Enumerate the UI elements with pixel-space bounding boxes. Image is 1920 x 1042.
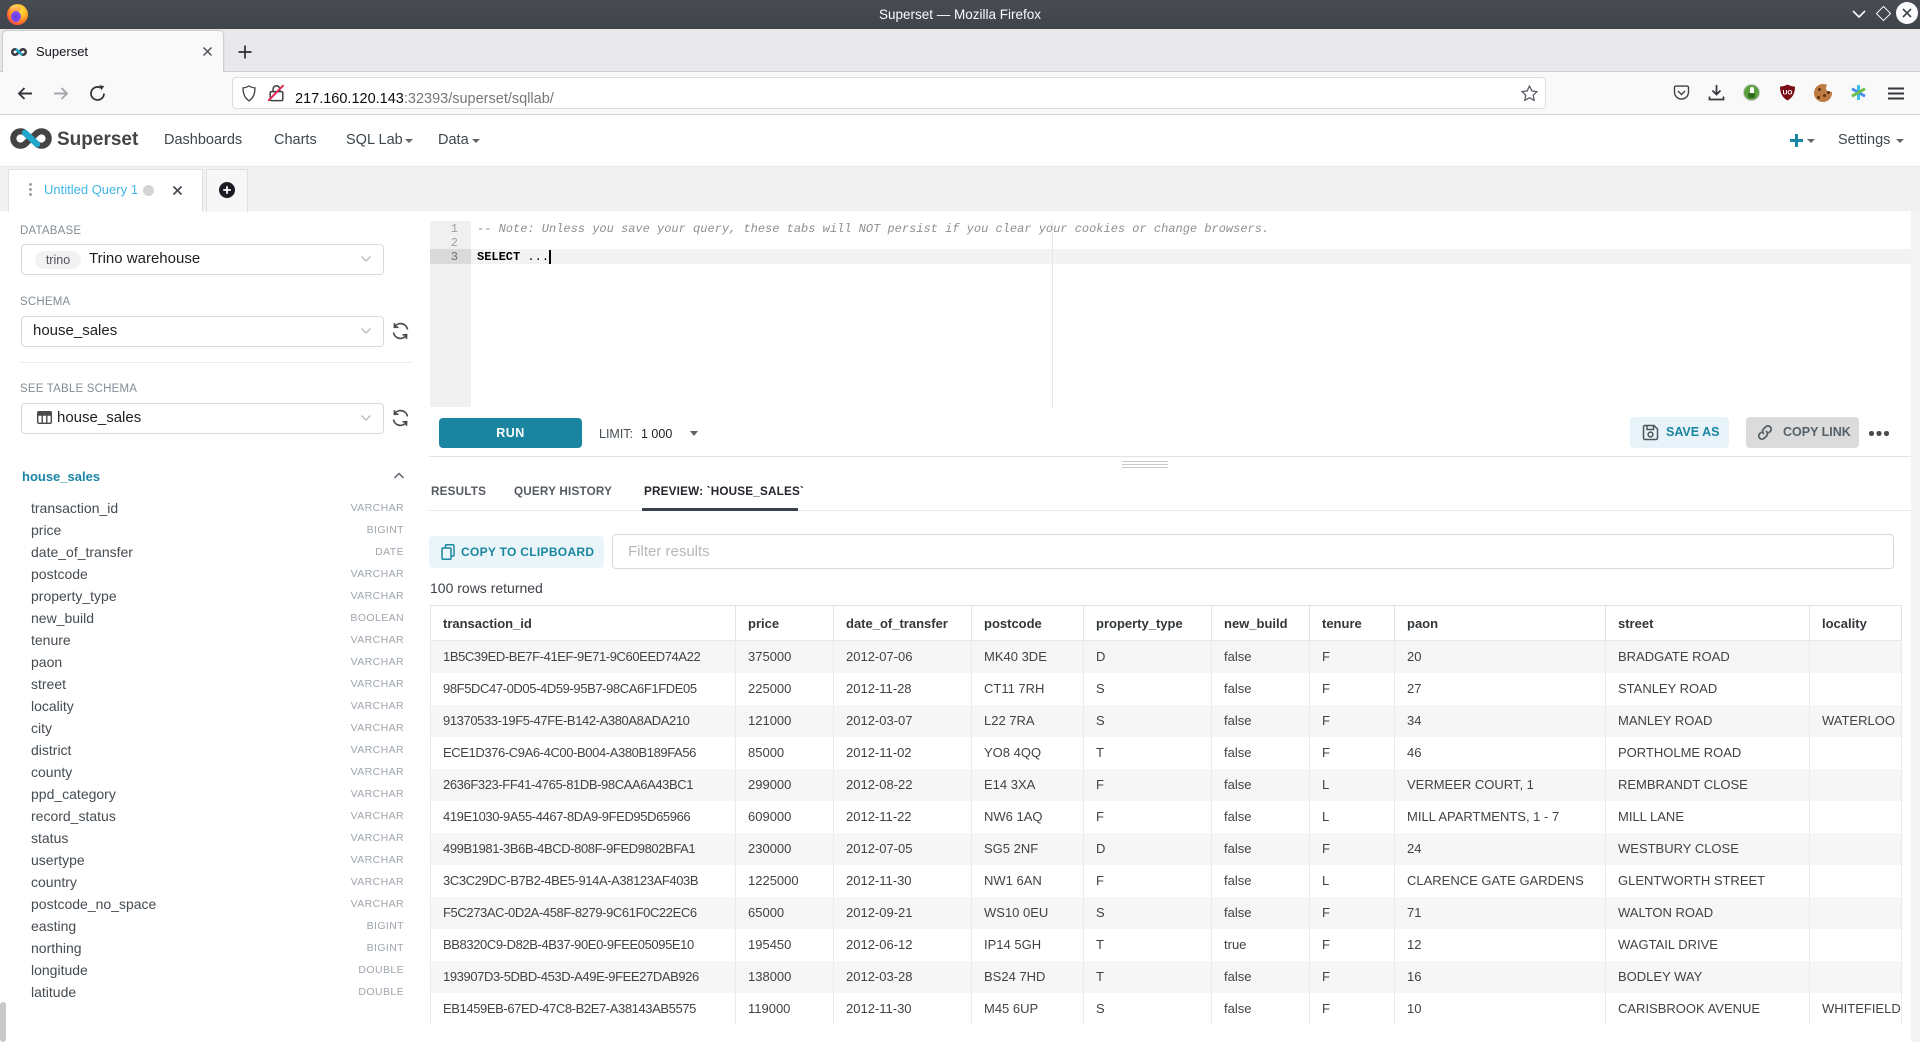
svg-text:UO: UO [1783,90,1793,97]
